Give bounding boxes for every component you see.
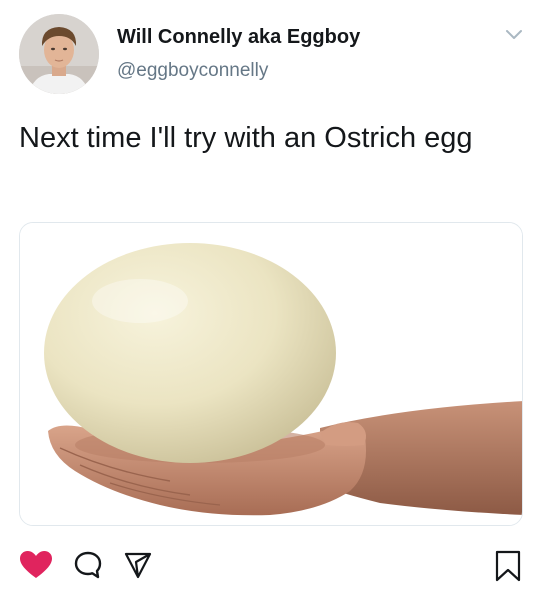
comment-icon[interactable] bbox=[73, 550, 103, 580]
heart-icon[interactable] bbox=[19, 550, 53, 580]
send-icon[interactable] bbox=[123, 550, 153, 580]
bookmark-icon[interactable] bbox=[495, 550, 521, 582]
avatar[interactable] bbox=[19, 14, 99, 94]
chevron-down-icon[interactable] bbox=[505, 28, 523, 42]
display-name[interactable]: Will Connelly aka Eggboy bbox=[117, 26, 360, 49]
tweet-actions-bar bbox=[0, 548, 541, 588]
ostrich-egg-in-hand-photo bbox=[20, 223, 522, 525]
tweet-text: Next time I'll try with an Ostrich egg bbox=[19, 122, 473, 154]
tweet-media-image[interactable] bbox=[19, 222, 523, 526]
profile-photo bbox=[19, 14, 99, 94]
user-handle[interactable]: @eggboyconnelly bbox=[117, 60, 268, 82]
